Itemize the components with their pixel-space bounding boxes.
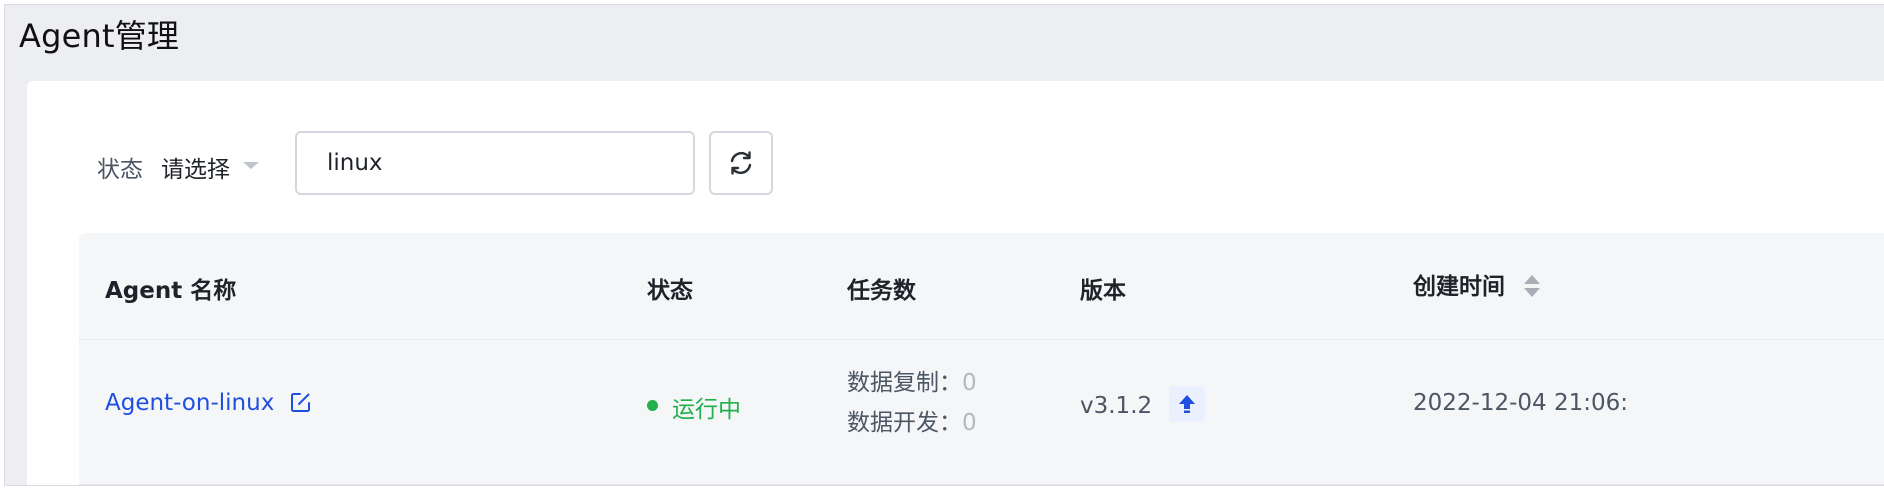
- task-line-replication: 数据复制：0: [847, 363, 977, 403]
- table-row: Agent-on-linux 运行中 数据复制：0 数据开发：0 v3.1.2 …: [79, 340, 1884, 485]
- search-input[interactable]: [295, 131, 695, 195]
- created-time-cell: 2022-12-04 21:06:: [1413, 390, 1629, 416]
- edit-icon[interactable]: [290, 391, 312, 413]
- arrow-up-icon: [1179, 395, 1196, 413]
- status-select-value: 请选择: [161, 157, 230, 183]
- agent-table: Agent 名称 状态 任务数 版本 创建时间 Agent-on-linux 运…: [79, 233, 1884, 485]
- status-dot-icon: [647, 399, 658, 411]
- upgrade-button[interactable]: [1169, 386, 1206, 422]
- status-select[interactable]: 请选择: [161, 141, 271, 185]
- status-text: 运行中: [672, 397, 741, 423]
- status-cell: 运行中: [647, 390, 741, 424]
- page-title: Agent管理: [19, 17, 180, 55]
- version-text: v3.1.2: [1080, 393, 1153, 419]
- version-cell: v3.1.2: [1080, 386, 1206, 424]
- task-line-development: 数据开发：0: [847, 403, 977, 443]
- column-header-name: Agent 名称: [105, 278, 237, 304]
- agent-name-link[interactable]: Agent-on-linux: [105, 390, 274, 416]
- task-count-replication: 0: [962, 370, 977, 396]
- status-filter-label: 状态: [97, 157, 143, 183]
- sort-icon[interactable]: [1523, 273, 1541, 299]
- caret-down-icon: [243, 162, 259, 169]
- table-header: Agent 名称 状态 任务数 版本 创建时间: [79, 233, 1884, 340]
- content-card: 状态 请选择 Agent 名称 状态 任务数 版本: [27, 81, 1884, 485]
- app-frame: Agent管理 状态 请选择 Agent 名称 状态: [4, 4, 1884, 486]
- column-header-created-label: 创建时间: [1413, 274, 1505, 300]
- task-label-development: 数据开发：: [847, 410, 962, 436]
- task-label-replication: 数据复制：: [847, 370, 962, 396]
- refresh-button[interactable]: [709, 131, 773, 195]
- column-header-version: 版本: [1080, 278, 1126, 304]
- agent-name-cell: Agent-on-linux: [105, 390, 312, 416]
- column-header-created[interactable]: 创建时间: [1413, 267, 1541, 301]
- refresh-icon: [730, 151, 752, 175]
- task-count-development: 0: [962, 410, 977, 436]
- column-header-tasks: 任务数: [847, 278, 916, 304]
- tasks-cell: 数据复制：0 数据开发：0: [847, 363, 977, 443]
- column-header-status: 状态: [647, 278, 693, 304]
